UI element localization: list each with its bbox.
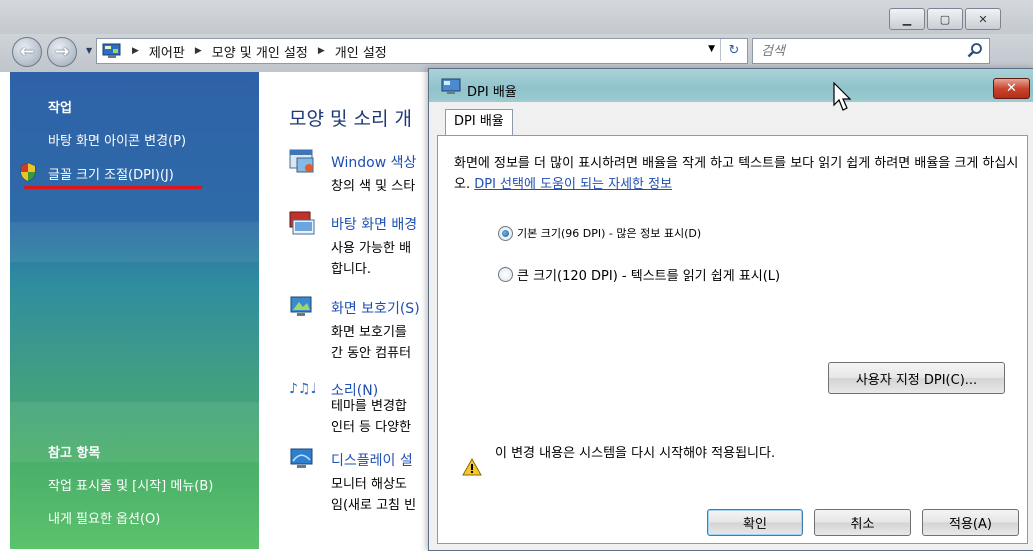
window-controls: ▁ ▢ ✕ [889, 8, 1001, 30]
minimize-button[interactable]: ▁ [889, 8, 925, 30]
main-content: 모양 및 소리 개 Window 색상 창의 색 및 스타 바탕 화면 배경 사… [259, 72, 431, 549]
forward-arrow-icon: → [54, 42, 70, 62]
refresh-icon: ↻ [728, 42, 740, 58]
breadcrumb-separator-icon[interactable]: ▶ [318, 46, 325, 56]
radio-button[interactable] [498, 267, 513, 282]
radio-option-large-size[interactable]: 큰 크기(120 DPI) - 텍스트를 읽기 쉽게 표시(L) [498, 265, 780, 284]
dialog-description: 화면에 정보를 더 많이 표시하려면 배율을 작게 하고 텍스트를 보다 읽기 … [454, 153, 1024, 195]
page-title: 모양 및 소리 개 [289, 108, 412, 130]
uac-shield-icon [20, 162, 36, 182]
svg-text:♪♫♪: ♪♫♪ [289, 381, 315, 397]
breadcrumb-separator-icon[interactable]: ▶ [132, 46, 139, 56]
task-description: 사용 가능한 배 합니다. [331, 241, 412, 277]
display-settings-icon [290, 448, 313, 468]
breadcrumb-item-control-panel[interactable]: 제어판 [149, 42, 185, 61]
screensaver-icon [290, 296, 312, 316]
task-link-display-settings[interactable]: 디스플레이 설 [331, 450, 413, 470]
search-icon[interactable] [967, 42, 983, 58]
search-input[interactable] [759, 42, 963, 60]
explorer-titlebar: ▁ ▢ ✕ [0, 0, 1033, 34]
dpi-help-link[interactable]: DPI 선택에 도움이 되는 자세한 정보 [474, 177, 672, 192]
sidebar-link-taskbar-start-menu[interactable]: 작업 표시줄 및 [시작] 메뉴(B) [48, 475, 213, 494]
control-panel-icon [102, 43, 121, 58]
display-icon [441, 78, 461, 94]
cancel-button[interactable]: 취소 [814, 509, 911, 536]
radio-label: 큰 크기(120 DPI) - 텍스트를 읽기 쉽게 표시(L) [517, 269, 781, 284]
refresh-button[interactable]: ↻ [720, 39, 747, 61]
close-window-button[interactable]: ✕ [965, 8, 1001, 30]
radio-label: 기본 크기(96 DPI) - 많은 정보 표시(D) [517, 227, 702, 240]
sidebar-link-font-size-dpi[interactable]: 글꼴 크기 조절(DPI)(J) [48, 164, 174, 183]
task-link-screensaver[interactable]: 화면 보호기(S) [331, 298, 420, 318]
navigation-bar: ← → ▼ ▶ 제어판 ▶ 모양 및 개인 설정 ▶ 개인 설정 ▼ ↻ [0, 34, 1033, 72]
tab-dpi-scaling[interactable]: DPI 배율 [445, 109, 513, 136]
sidebar: 작업 바탕 화면 아이콘 변경(P) 글꼴 크기 조절(DPI)(J) 참고 항… [10, 72, 259, 549]
task-description: 화면 보호기를 간 동안 컴퓨터 [331, 325, 412, 361]
dialog-titlebar[interactable]: DPI 배율 ✕ [429, 69, 1033, 102]
task-description: 창의 색 및 스타 [331, 179, 416, 194]
close-icon: ✕ [1006, 81, 1017, 96]
sidebar-decoration [10, 222, 259, 262]
radio-button-checked[interactable] [498, 225, 513, 241]
address-bar[interactable]: ▶ 제어판 ▶ 모양 및 개인 설정 ▶ 개인 설정 ▼ ↻ [96, 38, 748, 64]
window-color-icon [289, 149, 314, 173]
sidebar-heading-tasks: 작업 [48, 101, 72, 116]
breadcrumb-item-appearance[interactable]: 모양 및 개인 설정 [212, 42, 308, 61]
sounds-icon: ♪♫♪ [289, 381, 315, 397]
address-dropdown-icon[interactable]: ▼ [708, 44, 715, 54]
recent-pages-dropdown[interactable]: ▼ [86, 46, 92, 55]
dpi-scaling-dialog: DPI 배율 ✕ DPI 배율 화면에 정보를 더 많이 표시하려면 배율을 작… [428, 68, 1033, 551]
highlight-underline [24, 186, 202, 189]
task-description: 모니터 해상도 임(새로 고침 빈 [331, 477, 417, 513]
forward-button[interactable]: → [47, 37, 77, 67]
warning-icon [462, 458, 482, 476]
dialog-close-button[interactable]: ✕ [993, 78, 1030, 99]
back-button[interactable]: ← [12, 37, 42, 67]
breadcrumb: ▶ 제어판 ▶ 모양 및 개인 설정 ▶ 개인 설정 [122, 42, 387, 61]
task-link-desktop-background[interactable]: 바탕 화면 배경 [331, 214, 417, 234]
restart-notice: 이 변경 내용은 시스템을 다시 시작해야 적용됩니다. [495, 446, 776, 461]
sidebar-link-desktop-icons[interactable]: 바탕 화면 아이콘 변경(P) [48, 130, 186, 149]
apply-button[interactable]: 적용(A) [922, 509, 1019, 536]
breadcrumb-separator-icon[interactable]: ▶ [195, 46, 202, 56]
back-arrow-icon: ← [19, 42, 35, 62]
maximize-button[interactable]: ▢ [927, 8, 963, 30]
ok-button[interactable]: 확인 [707, 509, 803, 536]
breadcrumb-item-personalization[interactable]: 개인 설정 [335, 42, 387, 61]
task-link-window-color[interactable]: Window 색상 [331, 152, 416, 172]
dialog-tab-panel: 화면에 정보를 더 많이 표시하려면 배율을 작게 하고 텍스트를 보다 읽기 … [437, 135, 1028, 544]
desktop-background-icon [289, 211, 315, 235]
dialog-title: DPI 배율 [467, 85, 517, 100]
sidebar-heading-see-also: 참고 항목 [48, 446, 101, 461]
custom-dpi-button[interactable]: 사용자 지정 DPI(C)... [828, 362, 1005, 394]
task-description: 테마를 변경합 인터 등 다양한 [331, 399, 412, 435]
search-box[interactable] [752, 38, 990, 64]
mouse-pointer-icon [833, 82, 852, 111]
sidebar-link-ease-of-access[interactable]: 내게 필요한 옵션(O) [48, 508, 160, 527]
radio-option-default-size[interactable]: 기본 크기(96 DPI) - 많은 정보 표시(D) [498, 225, 701, 241]
